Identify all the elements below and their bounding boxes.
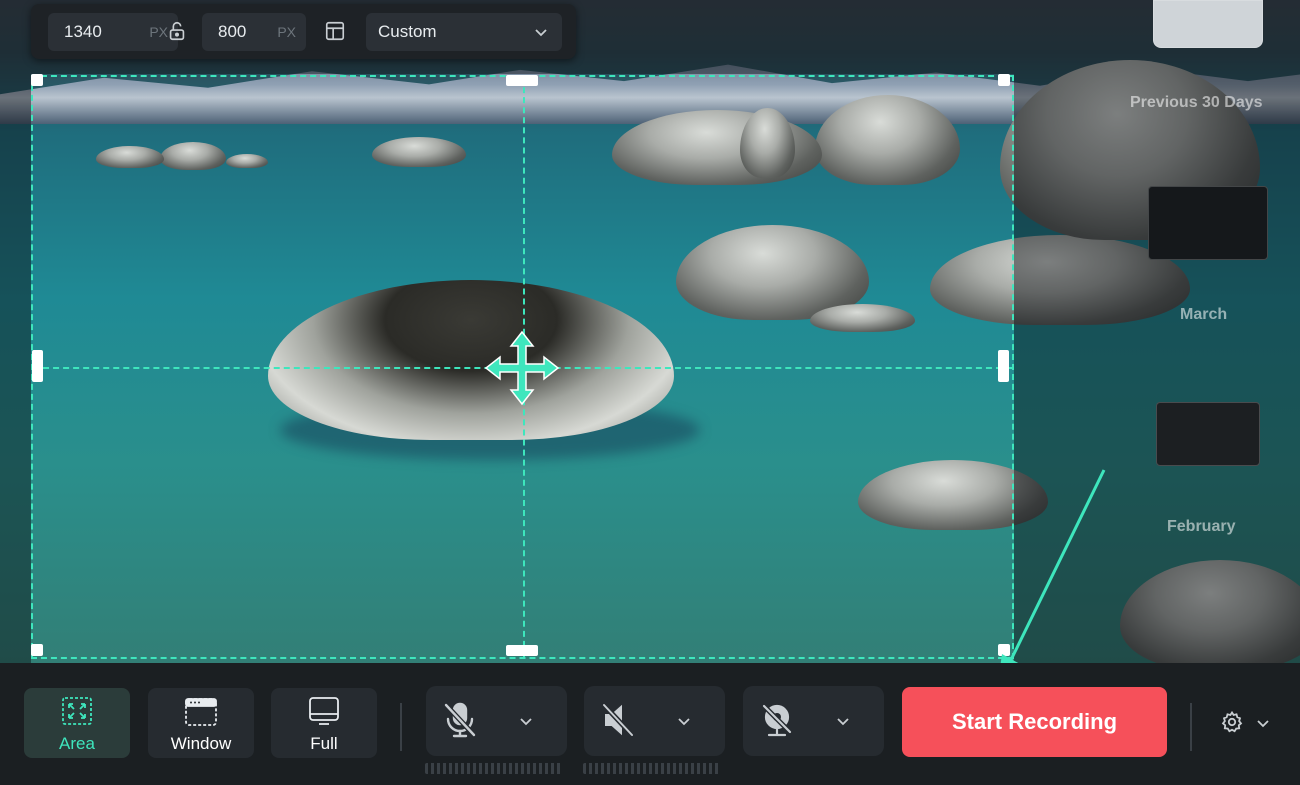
chevron-down-icon[interactable] [519, 714, 533, 728]
resize-handle-bottom[interactable] [506, 645, 538, 656]
system-audio-level-meter [583, 763, 721, 774]
timeline-label-february: February [1167, 518, 1236, 535]
chevron-down-icon [535, 29, 547, 37]
window-capture-icon [185, 698, 217, 726]
mode-window-button[interactable]: Window [148, 688, 254, 758]
microphone-device-button[interactable] [426, 686, 567, 756]
mode-area-button[interactable]: Area [24, 688, 130, 758]
camera-device-button[interactable] [743, 686, 884, 756]
dim-overlay-left [0, 74, 31, 663]
divider [400, 703, 402, 751]
start-recording-button[interactable]: Start Recording [902, 687, 1167, 757]
preset-selected-value: Custom [378, 22, 437, 41]
system-audio-device-button[interactable] [584, 686, 725, 756]
chevron-down-icon[interactable] [836, 714, 850, 728]
height-input[interactable]: 800 PX [202, 13, 306, 51]
timeline-label-march: March [1180, 306, 1228, 323]
preset-dropdown[interactable]: Custom [366, 13, 562, 51]
mode-window-label: Window [170, 734, 232, 753]
speaker-muted-icon [601, 702, 635, 738]
timeline-label-previous-30-days: Previous 30 Days [1130, 94, 1263, 111]
resize-handle-bottom-left[interactable] [31, 644, 43, 656]
resize-handle-right[interactable] [998, 350, 1009, 382]
chevron-down-icon[interactable] [677, 714, 691, 728]
mode-full-button[interactable]: Full [271, 688, 377, 758]
fullscreen-capture-icon [309, 697, 339, 725]
height-value: 800 [218, 22, 247, 41]
annotation-arrow [998, 469, 1106, 682]
layout-preset-icon[interactable] [324, 20, 346, 42]
aspect-lock-unlocked-icon[interactable] [166, 20, 188, 42]
resize-handle-left[interactable] [32, 350, 43, 382]
height-unit: PX [277, 24, 296, 40]
keyboard-thumbnail [1153, 0, 1263, 48]
microphone-off-icon [443, 702, 477, 738]
microphone-level-meter [425, 763, 563, 774]
resize-handle-top[interactable] [506, 75, 538, 86]
resize-handle-top-left[interactable] [31, 74, 43, 86]
divider [1190, 703, 1192, 751]
move-arrows-icon[interactable] [484, 330, 560, 406]
resize-handle-top-right[interactable] [998, 74, 1010, 86]
width-value: 1340 [64, 22, 102, 41]
screenshot-thumbnail[interactable] [1148, 186, 1268, 260]
dimension-toolbar: 1340 PX 800 PX Custom [31, 4, 576, 59]
camera-off-icon [761, 703, 793, 737]
area-capture-icon [62, 697, 92, 725]
width-input[interactable]: 1340 PX [48, 13, 178, 51]
mode-full-label: Full [310, 734, 338, 753]
mode-area-label: Area [59, 734, 95, 753]
screenshot-thumbnail[interactable] [1156, 402, 1260, 466]
settings-gear-icon[interactable] [1220, 710, 1244, 734]
chevron-down-icon[interactable] [1256, 716, 1270, 730]
